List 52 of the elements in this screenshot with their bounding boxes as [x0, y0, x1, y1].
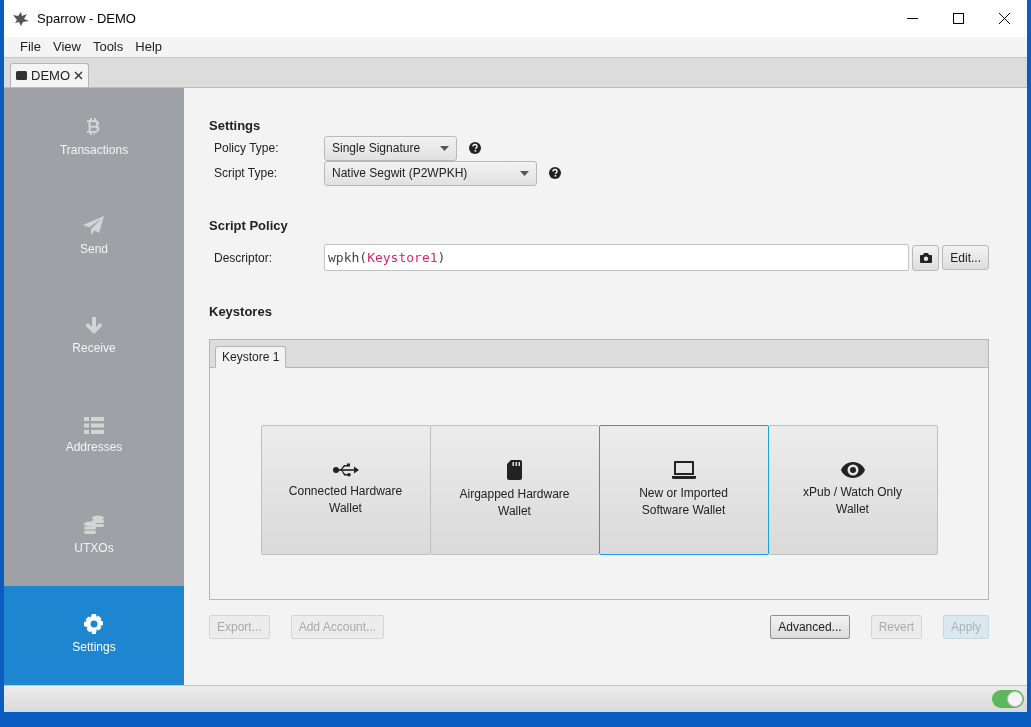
bitcoin-icon — [87, 116, 101, 137]
coins-icon — [83, 514, 105, 535]
menu-item[interactable]: Tools — [88, 37, 128, 57]
menu-item[interactable]: Help — [131, 37, 166, 57]
help-icon[interactable] — [469, 142, 481, 154]
eye-icon — [840, 462, 865, 478]
camera-icon — [919, 252, 932, 263]
section-heading: Keystores — [209, 303, 273, 321]
edit-button[interactable]: Edit... — [942, 245, 989, 270]
section-heading: Script Policy — [209, 216, 289, 235]
caret-icon — [440, 145, 449, 151]
minimize-icon — [906, 18, 918, 19]
close-icon[interactable] — [74, 71, 83, 80]
field-label: Descriptor: — [214, 249, 273, 267]
arrow-down-icon — [85, 316, 103, 335]
camera-button[interactable] — [912, 244, 940, 271]
wallet-icon — [16, 71, 27, 80]
sidebar-label: Receive — [72, 339, 116, 357]
sidebar-label: Settings — [72, 639, 116, 657]
list-icon — [84, 416, 104, 434]
sidebar-label: Send — [80, 241, 108, 259]
wallet-option-button[interactable]: xPub / Watch Only Wallet — [767, 425, 938, 555]
section-heading: Settings — [209, 117, 262, 135]
close-icon — [998, 13, 1010, 24]
action-button[interactable]: Advanced... — [770, 614, 850, 639]
usb-icon — [332, 463, 359, 477]
wallet-option-button[interactable]: New or Imported Software Wallet — [598, 425, 769, 555]
menu-item[interactable]: View — [48, 37, 85, 57]
sidebar-label: Addresses — [65, 438, 123, 456]
maximize-icon — [952, 13, 964, 24]
sidebar-item[interactable]: Settings — [4, 585, 184, 685]
settings-icon — [84, 614, 104, 635]
laptop-icon — [671, 461, 696, 479]
dropdown[interactable]: Native Segwit (P2WPKH) — [324, 160, 537, 186]
wallet-option-button[interactable]: Connected Hardware Wallet — [260, 425, 431, 555]
sd-card-icon — [507, 460, 522, 480]
wallet-tab[interactable]: DEMO — [10, 63, 89, 87]
wallet-option-button[interactable]: Airgapped Hardware Wallet — [429, 425, 600, 555]
sidebar-label: Transactions — [59, 141, 129, 159]
paper-plane-icon — [83, 216, 105, 237]
menu-item[interactable]: File — [16, 37, 45, 57]
toggle-switch[interactable] — [992, 690, 1024, 708]
help-icon[interactable] — [549, 167, 561, 179]
tab-label: DEMO — [31, 66, 70, 85]
descriptor-field[interactable]: wpkh(Keystore1) — [324, 244, 910, 271]
keystore-tab[interactable]: Keystore 1 — [215, 345, 287, 368]
caret-icon — [520, 170, 529, 176]
field-label: Script Type: — [214, 165, 279, 182]
field-label: Policy Type: — [214, 140, 280, 157]
dropdown[interactable]: Single Signature — [324, 135, 457, 161]
window-title: Sparrow - DEMO — [37, 9, 136, 28]
sidebar-label: UTXOs — [74, 539, 114, 557]
